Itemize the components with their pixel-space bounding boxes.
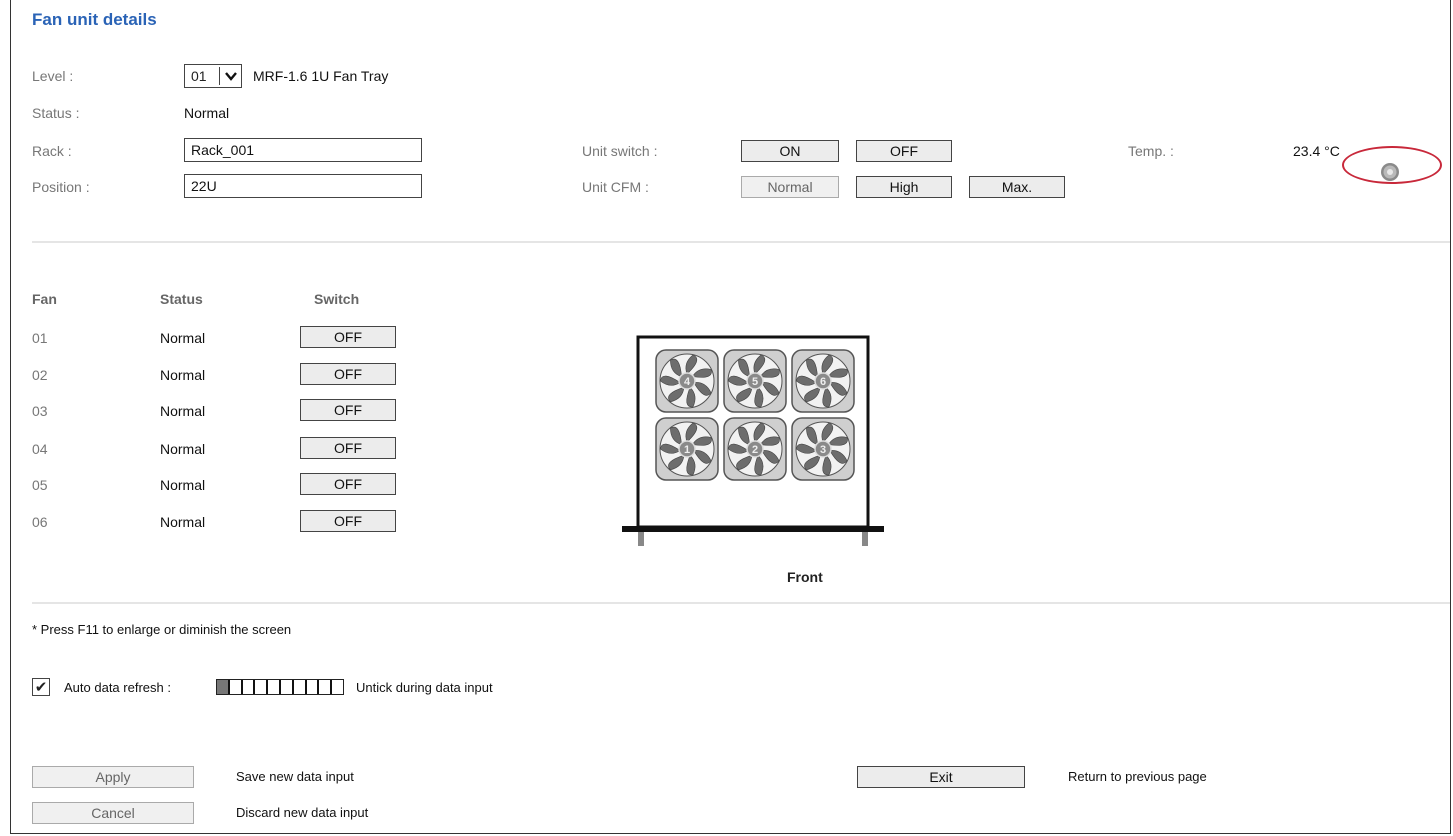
fan-status: Normal bbox=[160, 441, 206, 457]
fan-number-label: 1 bbox=[684, 444, 690, 456]
unit-switch-label: Unit switch : bbox=[582, 143, 658, 159]
status-value: Normal bbox=[184, 105, 230, 121]
switch-column-header: Switch bbox=[314, 291, 360, 307]
fan-number-label: 2 bbox=[752, 444, 758, 456]
rack-input[interactable]: Rack_001 bbox=[184, 138, 422, 162]
status-label: Status : bbox=[32, 105, 80, 121]
apply-description: Save new data input bbox=[236, 769, 354, 784]
level-select[interactable]: 01 bbox=[184, 64, 242, 88]
fan-number-label: 6 bbox=[820, 376, 826, 388]
refresh-segment bbox=[255, 680, 269, 694]
temp-value: 23.4 °C bbox=[1293, 143, 1340, 159]
fan-switch-button[interactable]: OFF bbox=[300, 437, 396, 459]
fan-status: Normal bbox=[160, 403, 206, 419]
auto-refresh-checkbox[interactable]: ✔ bbox=[32, 678, 50, 696]
unit-switch-on-button[interactable]: ON bbox=[741, 140, 839, 162]
level-label: Level : bbox=[32, 68, 74, 84]
fan-3-icon: 3 bbox=[791, 417, 855, 481]
fan-id: 02 bbox=[32, 367, 48, 383]
fan-6-icon: 6 bbox=[791, 349, 855, 413]
refresh-segment bbox=[217, 680, 230, 694]
fan-number-label: 3 bbox=[820, 444, 826, 456]
fan-id: 06 bbox=[32, 514, 48, 530]
fan-status: Normal bbox=[160, 514, 206, 530]
fan-switch-button[interactable]: OFF bbox=[300, 473, 396, 495]
apply-button[interactable]: Apply bbox=[32, 766, 194, 788]
top-divider bbox=[32, 241, 1450, 243]
exit-button[interactable]: Exit bbox=[857, 766, 1025, 788]
fan-id: 04 bbox=[32, 441, 48, 457]
fan-tray-diagram: 4 5 6 1 2 3 bbox=[622, 335, 884, 546]
fan-switch-button[interactable]: OFF bbox=[300, 326, 396, 348]
cfm-high-button[interactable]: High bbox=[856, 176, 952, 198]
rack-label: Rack : bbox=[32, 143, 72, 159]
refresh-segment bbox=[229, 680, 243, 694]
level-select-value: 01 bbox=[191, 68, 207, 84]
fan-2-icon: 2 bbox=[723, 417, 787, 481]
cfm-max-button[interactable]: Max. bbox=[969, 176, 1065, 198]
fan-number-label: 5 bbox=[752, 376, 758, 388]
fan-id: 01 bbox=[32, 330, 48, 346]
refresh-segment bbox=[332, 680, 343, 694]
fan-switch-button[interactable]: OFF bbox=[300, 510, 396, 532]
fan-switch-button[interactable]: OFF bbox=[300, 363, 396, 385]
refresh-hint: Untick during data input bbox=[356, 680, 493, 695]
status-column-header: Status bbox=[160, 291, 203, 307]
chevron-down-icon bbox=[219, 67, 241, 85]
cancel-button[interactable]: Cancel bbox=[32, 802, 194, 824]
auto-refresh-label: Auto data refresh : bbox=[64, 680, 171, 695]
f11-note: * Press F11 to enlarge or diminish the s… bbox=[32, 622, 292, 637]
model-name: MRF-1.6 1U Fan Tray bbox=[253, 68, 389, 84]
fan-id: 03 bbox=[32, 403, 48, 419]
unit-switch-off-button[interactable]: OFF bbox=[856, 140, 952, 162]
cfm-normal-button[interactable]: Normal bbox=[741, 176, 839, 198]
diagram-caption: Front bbox=[787, 569, 823, 585]
refresh-progress-bar bbox=[216, 679, 344, 695]
fan-4-icon: 4 bbox=[655, 349, 719, 413]
fan-tray-foot-right bbox=[862, 532, 868, 546]
position-label: Position : bbox=[32, 179, 90, 195]
refresh-segment bbox=[280, 680, 294, 694]
fan-status: Normal bbox=[160, 330, 206, 346]
fan-1-icon: 1 bbox=[655, 417, 719, 481]
bottom-divider bbox=[32, 602, 1450, 604]
temp-label: Temp. : bbox=[1128, 143, 1174, 159]
position-input[interactable]: 22U bbox=[184, 174, 422, 198]
gear-highlight-circle bbox=[1342, 146, 1442, 184]
exit-description: Return to previous page bbox=[1068, 769, 1207, 784]
fan-tray-foot-left bbox=[638, 532, 644, 546]
fan-tray-base bbox=[622, 526, 884, 532]
checkmark-icon: ✔ bbox=[34, 679, 48, 696]
fan-id: 05 bbox=[32, 477, 48, 493]
fan-column-header: Fan bbox=[32, 291, 57, 307]
refresh-segment bbox=[242, 680, 256, 694]
fan-status: Normal bbox=[160, 367, 206, 383]
fan-status: Normal bbox=[160, 477, 206, 493]
cancel-description: Discard new data input bbox=[236, 805, 369, 820]
refresh-segment bbox=[319, 680, 333, 694]
refresh-segment bbox=[268, 680, 281, 694]
unit-cfm-label: Unit CFM : bbox=[582, 179, 649, 195]
refresh-segment bbox=[293, 680, 307, 694]
refresh-segment bbox=[306, 680, 320, 694]
fan-number-label: 4 bbox=[684, 376, 691, 388]
page-title: Fan unit details bbox=[32, 10, 157, 29]
fan-switch-button[interactable]: OFF bbox=[300, 399, 396, 421]
fan-5-icon: 5 bbox=[723, 349, 787, 413]
